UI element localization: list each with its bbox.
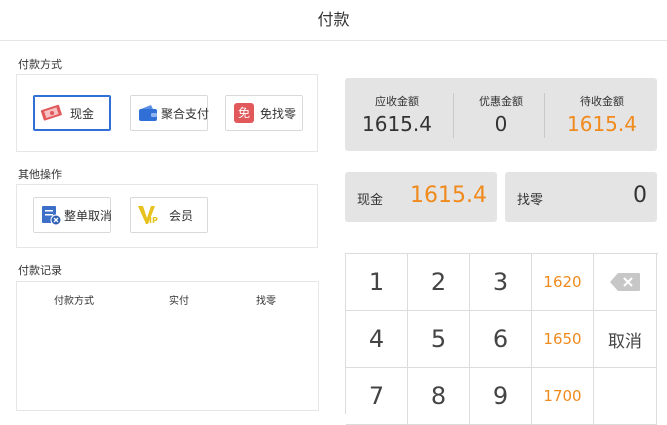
payment-no-change-label: 免找零 <box>260 106 297 121</box>
pending-value: 1615.4 <box>567 112 637 136</box>
receivable-label: 应收金额 <box>375 95 419 108</box>
change-label: 找零 <box>517 193 544 208</box>
cancel-order-label: 整单取消 <box>64 208 113 223</box>
other-ops-panel: 整单取消 IP 会员 <box>16 184 318 248</box>
column-header-method: 付款方式 <box>54 296 94 307</box>
receivable-column: 应收金额 1615.4 <box>345 78 449 151</box>
discount-value: 0 <box>494 112 508 136</box>
receivable-value: 1615.4 <box>362 112 432 136</box>
no-change-icon-text: 免 <box>234 103 254 123</box>
key-5[interactable]: 5 <box>408 311 470 368</box>
discount-label: 优惠金额 <box>479 95 523 108</box>
cash-input-box[interactable]: 现金 1615.4 <box>345 172 497 222</box>
no-change-icon: 免 <box>232 102 256 124</box>
cash-icon <box>40 102 64 124</box>
backspace-key[interactable] <box>594 254 657 311</box>
column-header-paid: 实付 <box>169 296 189 307</box>
payment-methods-panel: 现金 聚合支付 免 免找零 <box>16 74 318 152</box>
key-4[interactable]: 4 <box>346 311 408 368</box>
payment-no-change-button[interactable]: 免 免找零 <box>225 95 303 131</box>
key-3[interactable]: 3 <box>470 254 532 311</box>
page-title: 付款 <box>0 0 667 41</box>
payment-cash-button[interactable]: 现金 <box>33 95 111 131</box>
blank-key[interactable] <box>594 368 657 425</box>
pending-column: 待收金额 1615.4 <box>550 78 654 151</box>
backspace-icon <box>610 273 640 291</box>
numeric-keypad: 1 2 3 1620 4 5 6 1650 取消 7 8 9 1700 <box>345 253 658 425</box>
payment-aggregate-button[interactable]: 聚合支付 <box>130 95 210 131</box>
cash-label: 现金 <box>357 193 384 208</box>
key-7[interactable]: 7 <box>346 368 408 425</box>
key-8[interactable]: 8 <box>408 368 470 425</box>
other-ops-label: 其他操作 <box>18 168 62 181</box>
cancel-key[interactable]: 取消 <box>594 311 657 368</box>
member-label: 会员 <box>169 208 194 223</box>
key-9[interactable]: 9 <box>470 368 532 425</box>
cash-value: 1615.4 <box>410 183 487 208</box>
cancel-order-button[interactable]: 整单取消 <box>33 197 113 233</box>
wallet-icon <box>137 102 159 124</box>
column-header-change: 找零 <box>256 296 276 307</box>
payment-methods-label: 付款方式 <box>18 58 62 71</box>
summary-divider <box>544 93 545 138</box>
vip-icon-text: IP <box>149 216 158 225</box>
key-1[interactable]: 1 <box>346 254 408 311</box>
change-value: 0 <box>633 183 647 208</box>
key-2[interactable]: 2 <box>408 254 470 311</box>
member-button[interactable]: IP 会员 <box>130 197 208 233</box>
payment-cash-label: 现金 <box>70 106 95 121</box>
cancel-order-icon <box>40 204 62 226</box>
change-box: 找零 0 <box>505 172 657 222</box>
quick-amount-1700[interactable]: 1700 <box>532 368 594 425</box>
vip-icon: IP <box>137 204 161 226</box>
quick-amount-1620[interactable]: 1620 <box>532 254 594 311</box>
payment-records-table: 付款方式 实付 找零 <box>16 281 319 411</box>
quick-amount-1650[interactable]: 1650 <box>532 311 594 368</box>
pending-label: 待收金额 <box>580 95 624 108</box>
amount-summary: 应收金额 1615.4 优惠金额 0 待收金额 1615.4 <box>345 78 657 151</box>
key-6[interactable]: 6 <box>470 311 532 368</box>
records-label: 付款记录 <box>18 264 62 277</box>
discount-column: 优惠金额 0 <box>449 78 553 151</box>
payment-aggregate-label: 聚合支付 <box>161 106 210 121</box>
